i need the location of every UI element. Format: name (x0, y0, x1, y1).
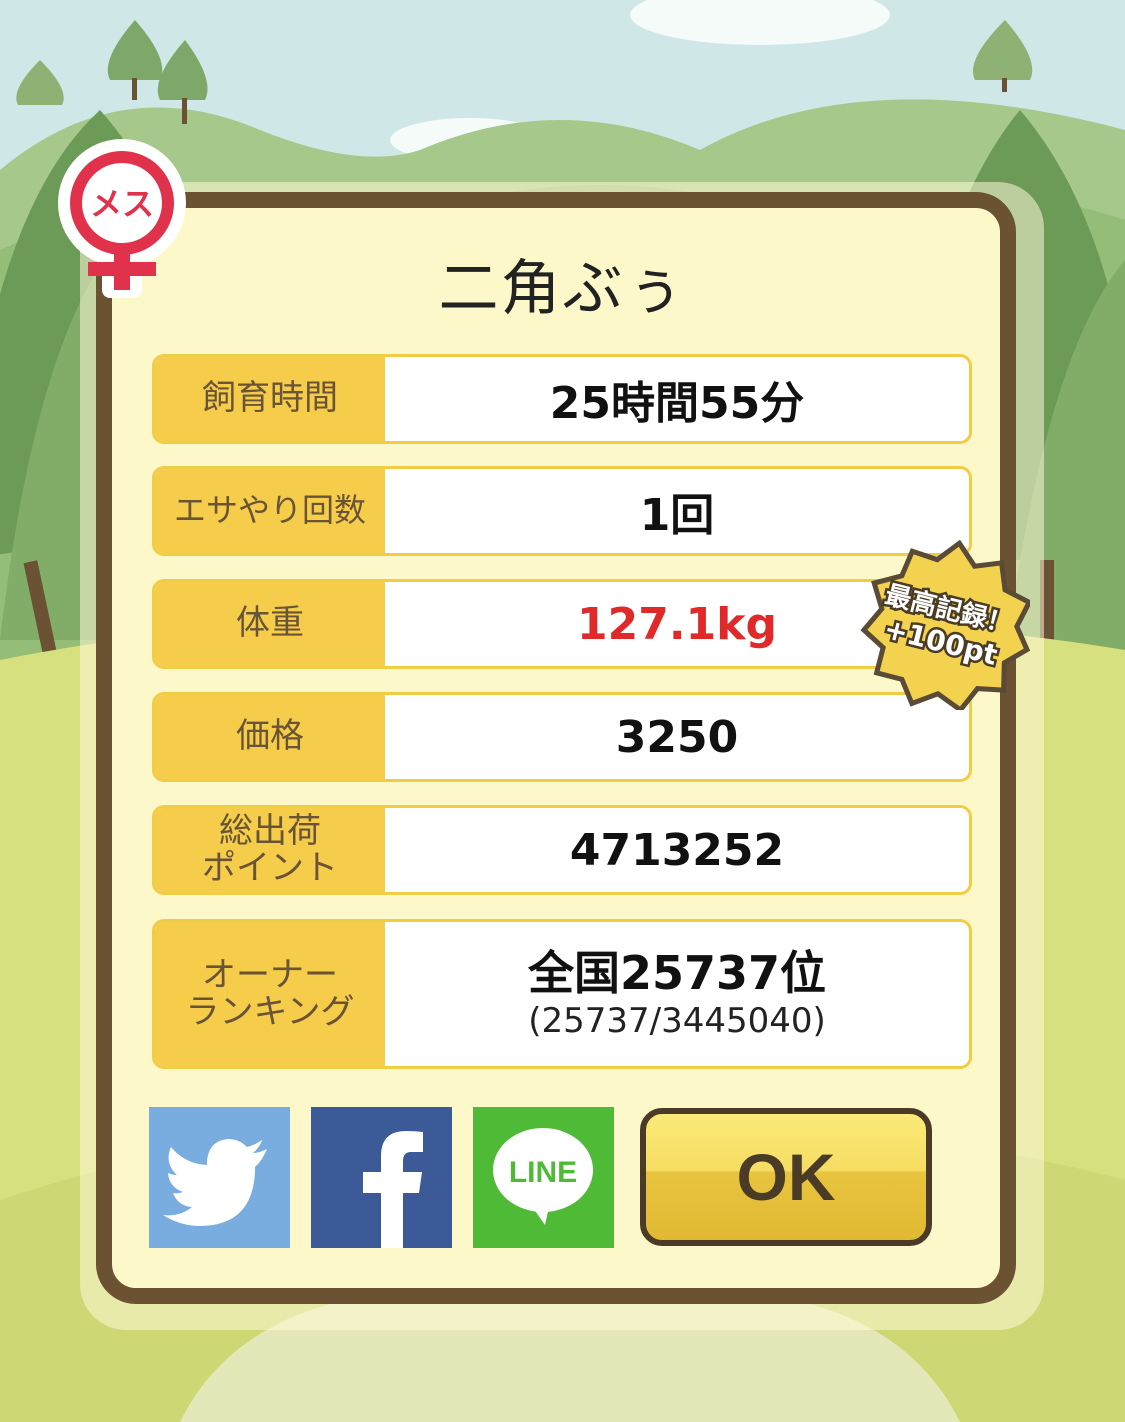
ranking-detail: (25737/3445040) (528, 1001, 826, 1042)
best-record-badge: 最高記録！ +100pt (860, 540, 1030, 710)
share-line-button[interactable]: LINE (473, 1107, 614, 1248)
pig-name-title: 二角ぶぅ (438, 254, 687, 324)
facebook-f-icon (363, 1131, 423, 1248)
stat-label: オーナー ランキング (155, 922, 385, 1066)
line-icon-label: LINE (509, 1156, 577, 1189)
ranking-value: 全国25737位 (25737/3445040) (385, 922, 969, 1066)
gender-label: メス (90, 185, 154, 223)
stat-value: 4713252 (569, 824, 785, 876)
stat-label: 価格 (155, 695, 385, 779)
share-twitter-button[interactable] (149, 1107, 290, 1248)
ranking-position: 全国25737位 (527, 946, 827, 1000)
stat-label: 飼育時間 (155, 357, 385, 441)
line-bubble-icon: LINE (493, 1128, 593, 1225)
stat-row-breeding-time: 飼育時間 25時間55分 (152, 354, 972, 444)
stat-label: 体重 (155, 582, 385, 666)
twitter-bird-icon (163, 1139, 267, 1226)
stat-label: 総出荷 ポイント (155, 808, 385, 892)
stat-row-price: 価格 3250 (152, 692, 972, 782)
share-facebook-button[interactable] (311, 1107, 452, 1248)
ok-button[interactable]: OK (640, 1108, 932, 1246)
stat-row-owner-ranking: オーナー ランキング 全国25737位 (25737/3445040) (152, 919, 972, 1069)
stat-value: 25時間55分 (549, 378, 805, 429)
stat-row-weight: 体重 127.1kg (152, 579, 972, 669)
stat-row-feed-count: エサやり回数 1回 (152, 466, 972, 556)
stat-label: エサやり回数 (155, 469, 385, 553)
stat-row-total-shipping-points: 総出荷 ポイント 4713252 (152, 805, 972, 895)
